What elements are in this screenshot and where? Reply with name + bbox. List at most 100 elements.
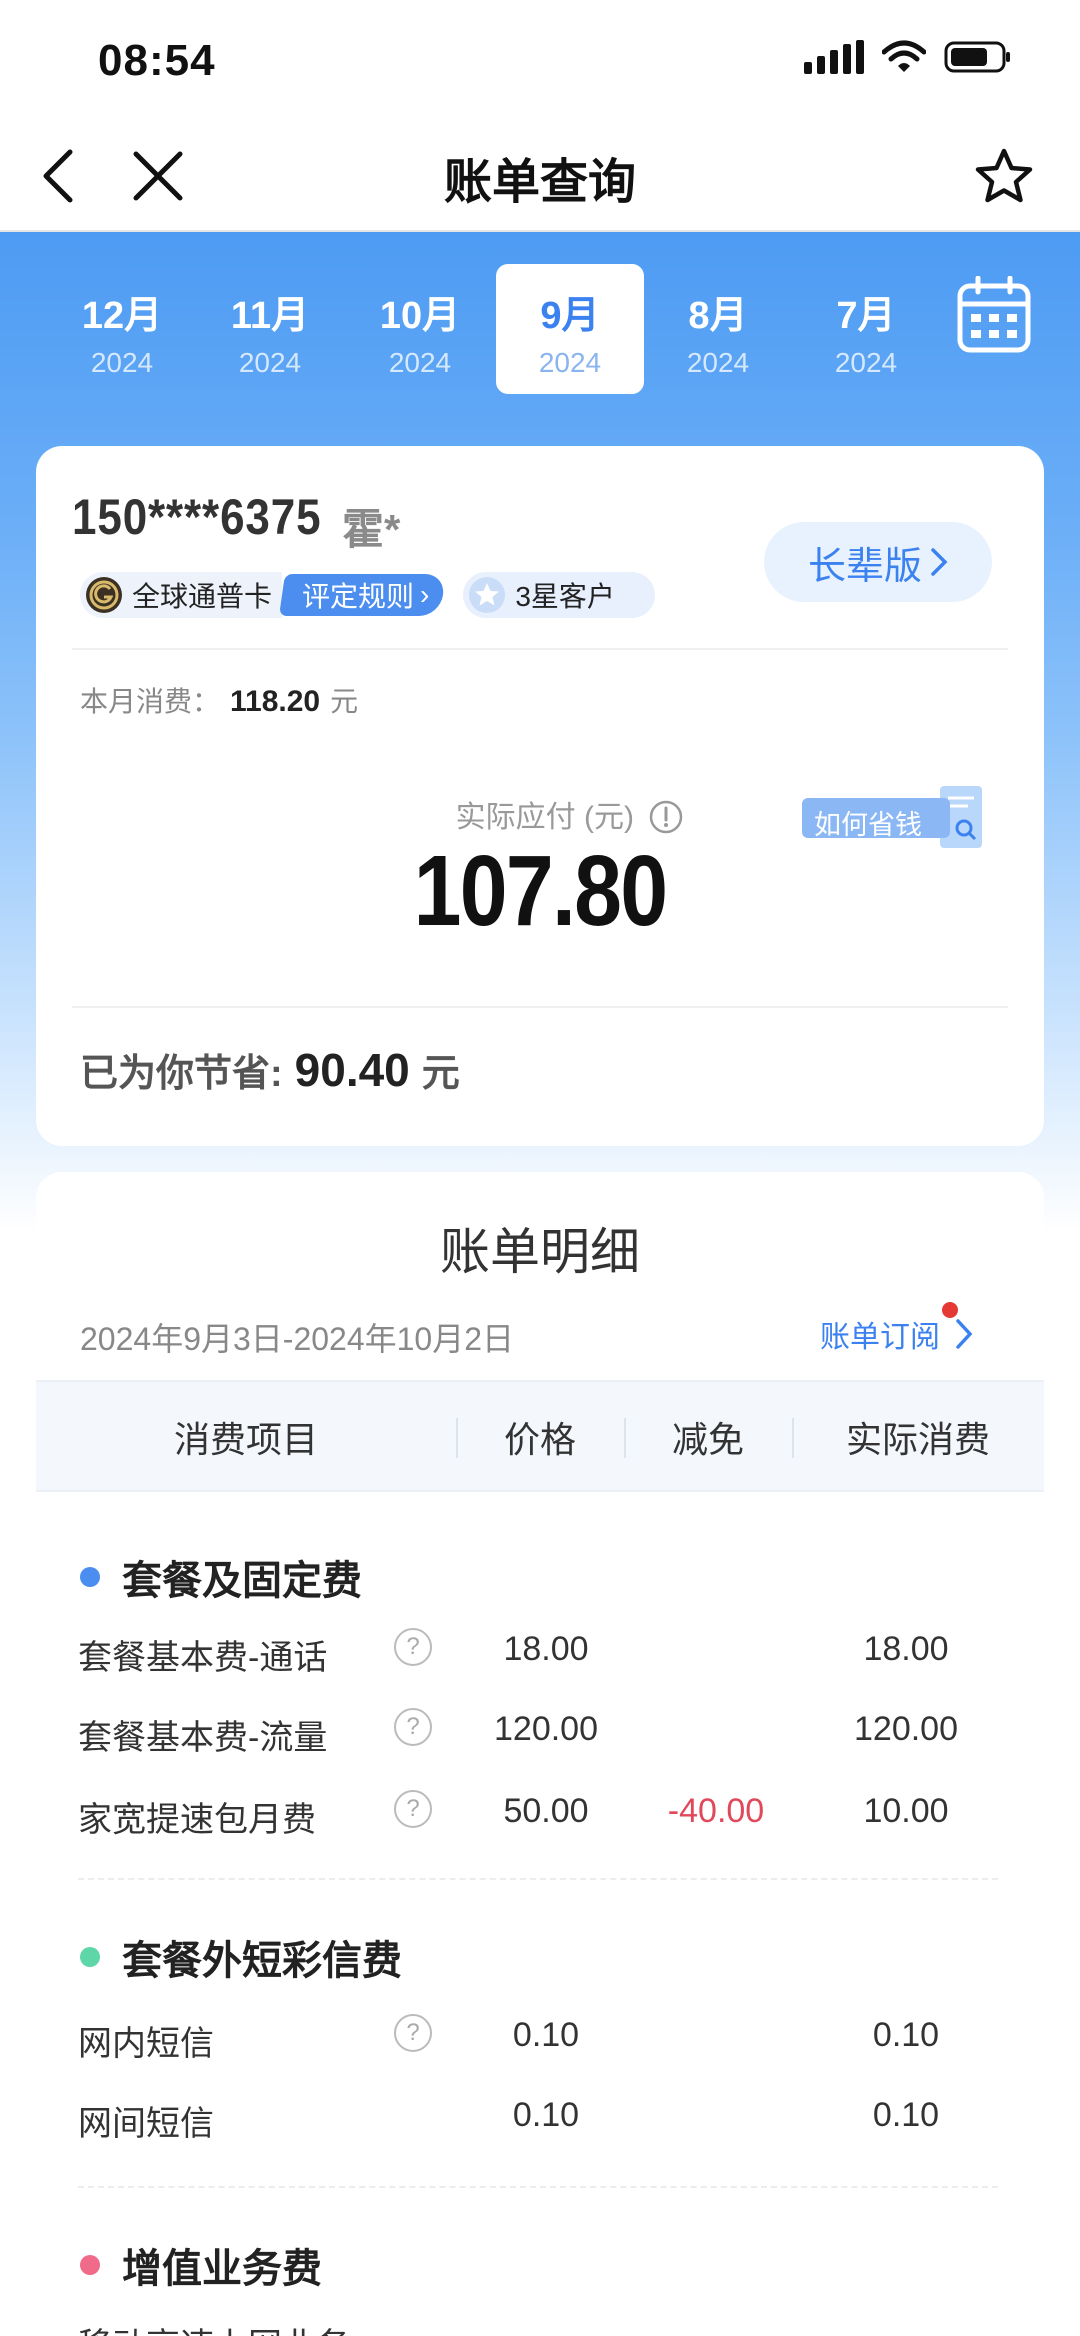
- section-dot: [80, 1947, 100, 1967]
- help-icon[interactable]: ?: [394, 1790, 432, 1828]
- rating-rules-link[interactable]: 评定规则 ›: [279, 574, 447, 616]
- star-outline-icon: [975, 148, 1033, 203]
- rating-rules-label: 评定规则: [302, 581, 415, 612]
- monthly-consumption: 本月消费： 118.20 元: [80, 680, 358, 720]
- section-title: 套餐外短彩信费: [122, 1939, 402, 1983]
- star-customer-badge: 3星客户: [463, 572, 655, 618]
- tab-month-jul[interactable]: 7月 2024: [792, 264, 940, 394]
- elder-mode-button[interactable]: 长辈版: [764, 522, 992, 602]
- wifi-icon: [882, 40, 926, 72]
- row-price: 0.10: [512, 2096, 580, 2134]
- row-actual: 120.00: [854, 1710, 958, 1748]
- table-row: 网间短信 0.10 0.10: [36, 2088, 1044, 2148]
- row-actual: 18.00: [863, 1630, 949, 1668]
- calendar-button[interactable]: [956, 275, 1032, 356]
- account-card: 150****6375 霍* 长辈版 全球通普卡 评定规则 › 3星客户 本月消…: [36, 446, 1044, 1146]
- section-divider: [78, 1878, 998, 1880]
- tab-month-nov[interactable]: 11月 2024: [196, 264, 344, 394]
- account-name: 霍*: [342, 506, 401, 553]
- elder-mode-label: 长辈版: [807, 545, 922, 588]
- tab-month-aug[interactable]: 8月 2024: [644, 264, 792, 394]
- status-time: 08:54: [98, 36, 216, 85]
- help-icon[interactable]: ?: [394, 1708, 432, 1746]
- help-icon[interactable]: ?: [394, 1628, 432, 1666]
- page-title: 账单查询: [443, 156, 636, 209]
- row-actual: 10.00: [863, 1792, 949, 1830]
- notification-dot: [942, 1302, 958, 1318]
- row-price: 0.10: [512, 2016, 580, 2054]
- card-level-badge: 全球通普卡: [80, 572, 283, 618]
- column-header-actual: 实际消费: [845, 1419, 990, 1460]
- battery-icon: [944, 41, 1010, 73]
- bill-subscribe-link[interactable]: 账单订阅: [820, 1312, 974, 1356]
- status-icons: [804, 40, 1012, 74]
- bill-detail-card: 账单明细 2024年9月3日-2024年10月2日 账单订阅 消费项目 价格 减…: [36, 1172, 1044, 2336]
- saved-label: 已为你节省:: [80, 1053, 283, 1095]
- table-row: 网内短信 ? 0.10 0.10: [36, 2008, 1044, 2068]
- section-dot: [80, 2255, 100, 2275]
- table-row: 家宽提速包月费 ? 50.00 -40.00 10.00: [36, 1784, 1044, 1844]
- tab-year-label: 2024: [90, 347, 154, 378]
- tab-month-label: 8月: [688, 295, 748, 337]
- table-row: 套餐基本费-流量 ? 120.00 120.00: [36, 1702, 1044, 1762]
- monthly-label: 本月消费：: [80, 686, 221, 717]
- divider: [72, 648, 1008, 650]
- tab-month-label: 9月: [540, 295, 600, 337]
- monthly-amount: 118.20: [230, 685, 321, 718]
- row-discount: -40.00: [667, 1792, 765, 1830]
- column-header-discount: 减免: [671, 1419, 744, 1460]
- section-value-added: 增值业务费: [80, 2236, 322, 2294]
- tab-month-label: 7月: [836, 295, 896, 337]
- due-label: 实际应付 (元): [455, 801, 634, 834]
- tab-month-label: 10月: [379, 295, 461, 337]
- nav-bar: 账单查询: [0, 120, 1080, 232]
- partial-row-label: 移动高速上网业务: [78, 2318, 350, 2336]
- badge-row: 全球通普卡 评定规则 › 3星客户: [80, 572, 655, 618]
- row-label: 套餐基本费-流量: [78, 1719, 328, 1757]
- bill-period: 2024年9月3日-2024年10月2日: [80, 1321, 515, 1357]
- chevron-right-icon: [956, 1319, 973, 1349]
- gotone-logo-icon: [86, 577, 122, 613]
- star-customer-label: 3星客户: [515, 581, 615, 612]
- tab-month-label: 11月: [230, 295, 310, 337]
- section-package-fixed: 套餐及固定费: [80, 1548, 362, 1606]
- column-header-price: 价格: [503, 1419, 576, 1460]
- how-to-save-button[interactable]: 如何省钱: [800, 786, 986, 850]
- help-icon[interactable]: ?: [394, 2014, 432, 2052]
- chevron-right-icon: [931, 548, 948, 576]
- table-header: 消费项目 价格 减免 实际消费: [36, 1380, 1044, 1492]
- column-header-item: 消费项目: [173, 1419, 318, 1460]
- card-level-label: 全球通普卡: [132, 581, 273, 612]
- row-label: 套餐基本费-通话: [78, 1639, 328, 1677]
- bill-subscribe-label: 账单订阅: [820, 1321, 940, 1354]
- tab-year-label: 2024: [538, 347, 602, 378]
- divider: [72, 1006, 1008, 1008]
- saved-amount: 90.40: [294, 1044, 410, 1096]
- info-icon[interactable]: [648, 799, 684, 835]
- tab-month-sep[interactable]: 9月 2024: [496, 264, 644, 394]
- table-row: 套餐基本费-通话 ? 18.00 18.00: [36, 1622, 1044, 1682]
- tab-month-dec[interactable]: 12月 2024: [48, 264, 196, 394]
- row-actual: 0.10: [872, 2016, 940, 2054]
- tab-year-label: 2024: [238, 347, 302, 378]
- status-bar: 08:54: [0, 0, 1080, 120]
- row-label: 网间短信: [78, 2105, 214, 2143]
- saved-amount-row: 已为你节省: 90.40 元: [80, 1042, 460, 1097]
- tab-year-label: 2024: [686, 347, 750, 378]
- chevron-right-icon: ›: [420, 579, 430, 610]
- section-divider: [78, 2186, 998, 2188]
- star-badge-icon: [469, 577, 506, 613]
- tab-month-oct[interactable]: 10月 2024: [346, 264, 494, 394]
- how-to-save-label: 如何省钱: [814, 810, 922, 840]
- calendar-icon: [957, 275, 1031, 353]
- row-price: 50.00: [503, 1792, 589, 1830]
- favorite-button[interactable]: [972, 144, 1036, 208]
- tab-year-label: 2024: [388, 347, 452, 378]
- phone-number: 150****6375: [72, 489, 322, 545]
- tab-year-label: 2024: [834, 347, 898, 378]
- signal-icon: [804, 40, 864, 74]
- row-price: 18.00: [503, 1630, 589, 1668]
- section-title: 套餐及固定费: [122, 1559, 362, 1603]
- month-tabs: 12月 2024 11月 2024 10月 2024 9月 2024 8月 20…: [48, 264, 928, 396]
- row-label: 网内短信: [78, 2025, 214, 2063]
